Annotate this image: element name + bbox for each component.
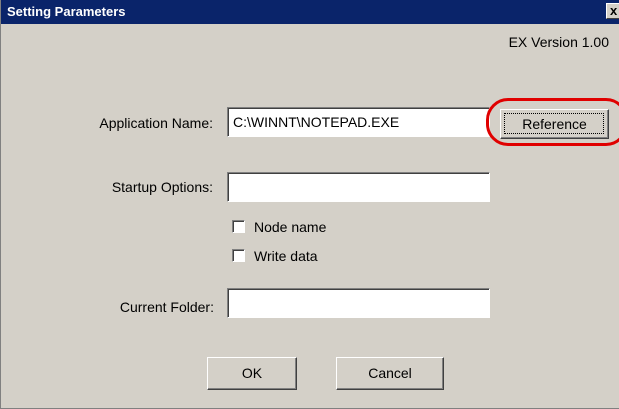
current-folder-input[interactable] <box>227 288 490 318</box>
title-bar[interactable]: Setting Parameters x <box>1 0 619 24</box>
dialog-title: Setting Parameters <box>7 4 126 19</box>
node-name-option[interactable]: Node name <box>232 219 372 235</box>
write-data-label: Write data <box>254 248 318 264</box>
focus-ring <box>504 113 604 134</box>
write-data-checkbox[interactable] <box>232 249 245 262</box>
cancel-button[interactable]: Cancel <box>336 357 444 390</box>
version-label: EX Version 1.00 <box>508 34 609 50</box>
close-icon[interactable]: x <box>606 3 619 19</box>
application-name-label: Application Name: <box>99 115 213 131</box>
application-name-input[interactable]: C:\WINNT\NOTEPAD.EXE <box>227 107 490 137</box>
startup-options-input[interactable] <box>227 172 490 202</box>
ok-button[interactable]: OK <box>207 357 297 390</box>
node-name-checkbox[interactable] <box>232 220 245 233</box>
write-data-option[interactable]: Write data <box>232 248 372 264</box>
current-folder-label: Current Folder: <box>119 299 214 315</box>
setting-parameters-dialog: Setting Parameters x EX Version 1.00 App… <box>0 0 619 409</box>
reference-button[interactable]: Reference <box>500 109 609 139</box>
node-name-label: Node name <box>254 219 327 235</box>
startup-options-label: Startup Options: <box>111 179 213 195</box>
